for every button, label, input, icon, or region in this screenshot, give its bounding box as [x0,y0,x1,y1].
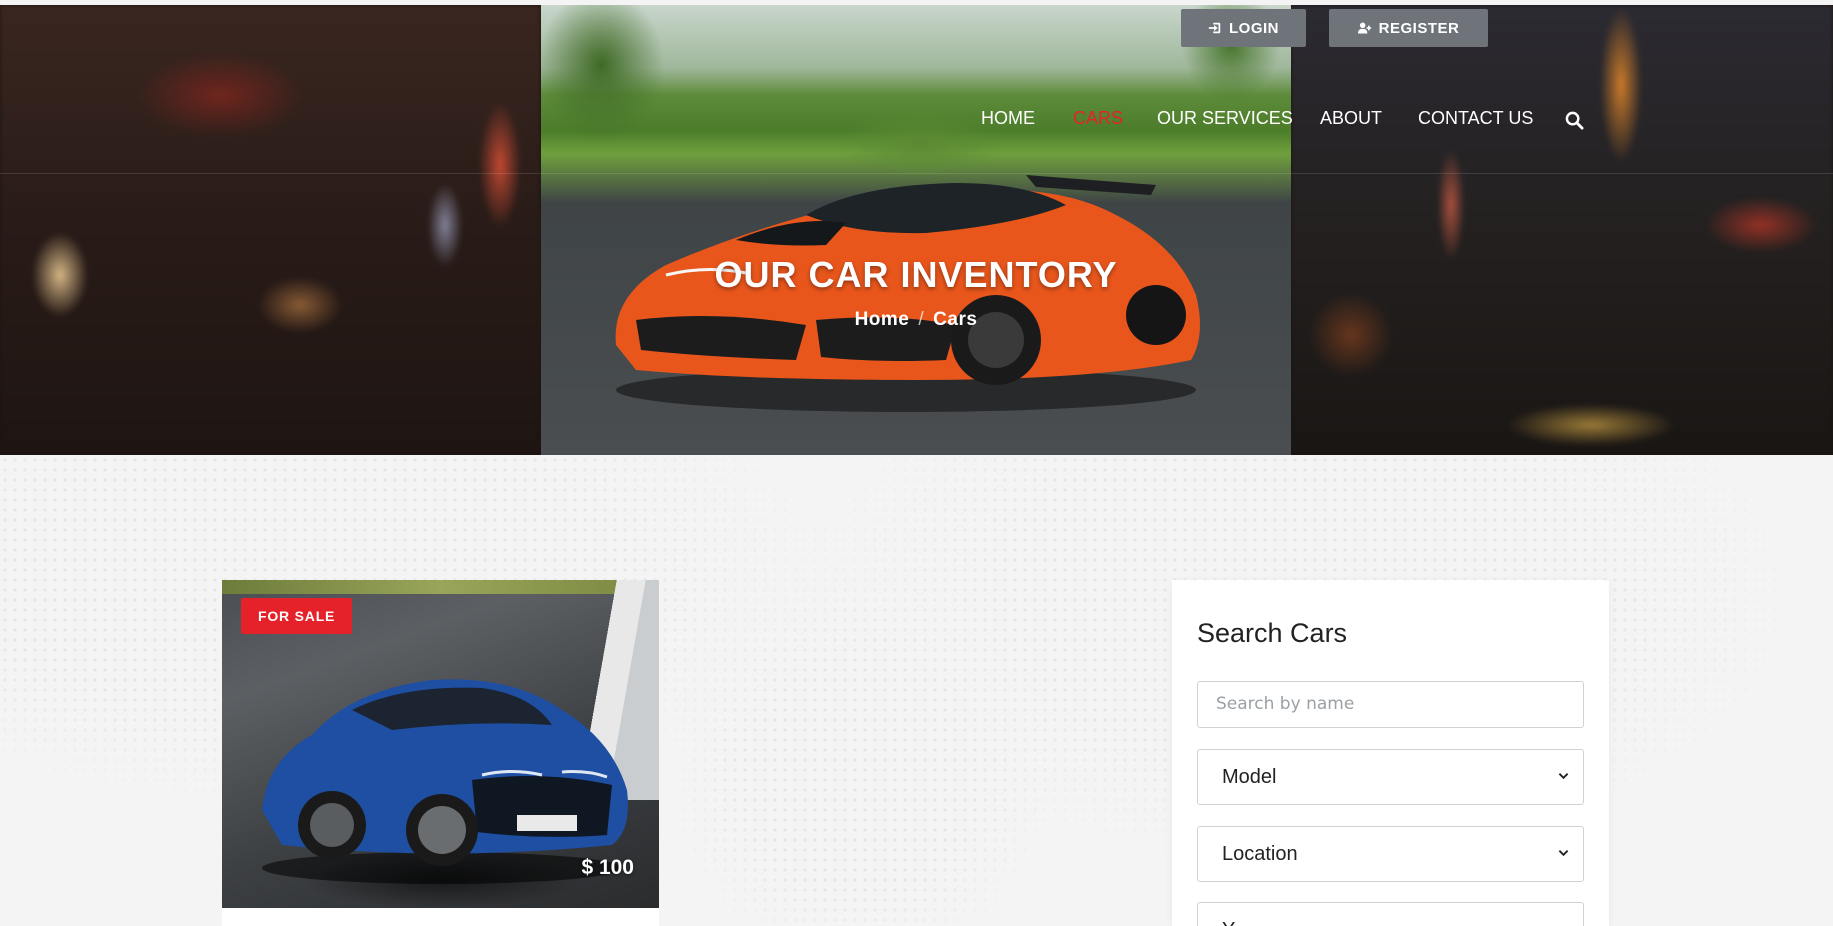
main-nav: HOME CARS OUR SERVICES ABOUT CONTACT US [0,108,1833,132]
car-price: $ 100 [581,856,634,879]
register-label: REGISTER [1378,19,1460,37]
nav-item-about[interactable]: ABOUT [1320,108,1382,129]
breadcrumb-current: Cars [933,309,978,330]
chevron-down-icon [1558,850,1569,857]
search-name-input[interactable]: Search by name [1197,681,1584,728]
user-plus-icon [1357,22,1371,34]
hero-image [541,5,1291,455]
breadcrumb-separator: / [918,309,925,330]
blue-sports-car-image [262,679,628,884]
year-select-value: Y [1222,919,1235,926]
nav-item-home[interactable]: HOME [981,108,1035,129]
year-select[interactable]: Y [1197,902,1584,926]
page-title: OUR CAR INVENTORY [714,254,1118,295]
nav-item-contact[interactable]: CONTACT US [1418,108,1533,129]
hero-background-right [1291,5,1833,455]
search-panel-title: Search Cars [1197,618,1348,648]
location-select-value: Location [1222,843,1298,865]
register-button[interactable]: REGISTER [1329,9,1488,47]
nav-item-cars[interactable]: CARS [1073,108,1123,129]
status-badge: FOR SALE [241,598,353,634]
car-listing-card[interactable]: FOR SALE $ 100 [222,580,659,926]
search-cars-panel: Search Cars Search by name Model Locatio… [1172,580,1609,926]
search-icon[interactable] [1565,111,1584,130]
hero-background-left [0,5,541,455]
login-button[interactable]: LOGIN [1181,9,1306,47]
model-select[interactable]: Model [1197,749,1584,805]
nav-item-services[interactable]: OUR SERVICES [1157,108,1293,129]
hero-banner [0,5,1833,455]
chevron-down-icon [1558,773,1569,780]
sign-in-icon [1208,22,1221,34]
breadcrumb-home[interactable]: Home [855,309,910,330]
breadcrumb: Home / Cars [541,309,1291,331]
location-select[interactable]: Location [1197,826,1584,882]
login-label: LOGIN [1229,19,1279,37]
model-select-value: Model [1222,766,1277,788]
